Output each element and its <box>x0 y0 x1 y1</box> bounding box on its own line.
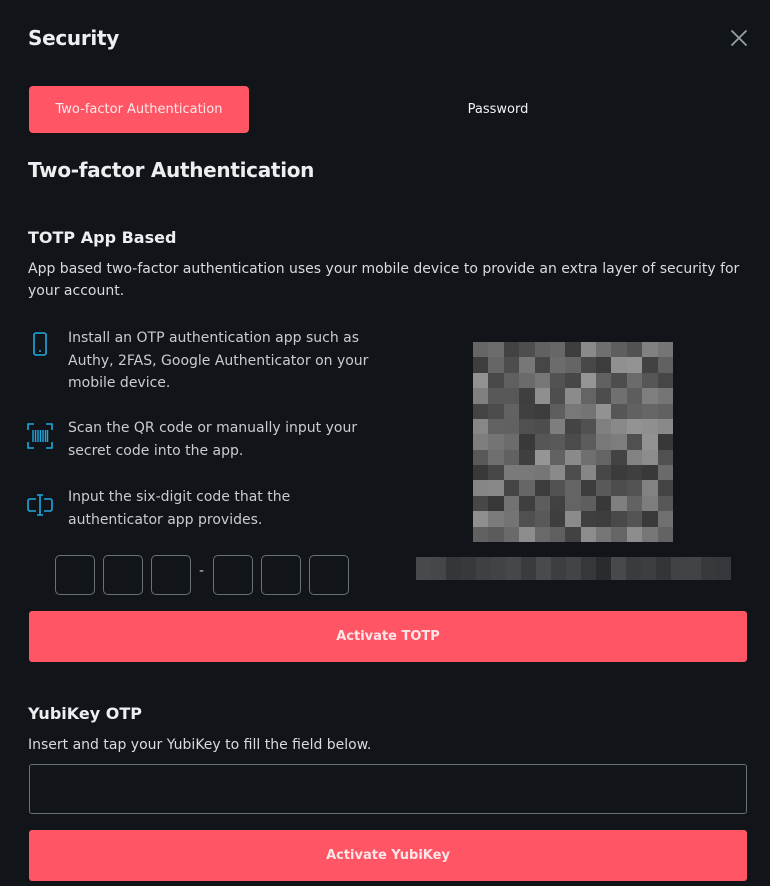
step-scan-qr: Scan the QR code or manually input your … <box>68 420 358 459</box>
step-install-app: Install an OTP authentication app such a… <box>68 330 369 391</box>
activate-yubikey-button[interactable]: Activate YubiKey <box>29 830 747 881</box>
qr-code-image <box>473 342 673 542</box>
otp-digit-5[interactable] <box>261 555 301 595</box>
text-cursor-input-icon <box>26 491 54 519</box>
otp-digit-1[interactable] <box>55 555 95 595</box>
totp-description: App based two-factor authentication uses… <box>28 261 740 299</box>
yubikey-description: Insert and tap your YubiKey to fill the … <box>28 737 372 753</box>
otp-digit-3[interactable] <box>151 555 191 595</box>
tab-password[interactable]: Password <box>388 86 608 133</box>
section-title: Two-factor Authentication <box>28 158 315 182</box>
barcode-scan-icon <box>26 422 54 450</box>
totp-title: TOTP App Based <box>28 228 177 247</box>
tab-two-factor-authentication[interactable]: Two-factor Authentication <box>29 86 249 133</box>
step-input-code: Input the six-digit code that the authen… <box>68 489 291 528</box>
modal-title: Security <box>28 26 119 50</box>
secret-code-redacted <box>416 557 731 580</box>
close-icon[interactable] <box>728 27 750 49</box>
otp-digit-4[interactable] <box>213 555 253 595</box>
activate-totp-button[interactable]: Activate TOTP <box>29 611 747 662</box>
otp-digit-2[interactable] <box>103 555 143 595</box>
otp-separator: - <box>199 563 205 579</box>
yubikey-title: YubiKey OTP <box>28 704 142 723</box>
otp-digit-6[interactable] <box>309 555 349 595</box>
yubikey-otp-input[interactable] <box>29 764 747 814</box>
mobile-phone-icon <box>26 331 54 359</box>
